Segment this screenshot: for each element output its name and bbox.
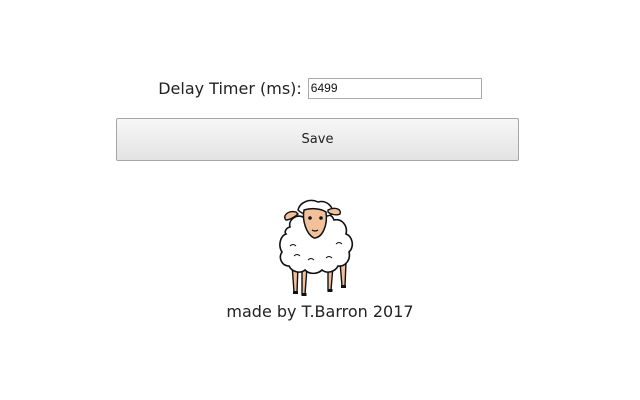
credit-text: made by T.Barron 2017 bbox=[226, 302, 414, 321]
delay-timer-row: Delay Timer (ms): bbox=[0, 76, 640, 100]
sheep-icon bbox=[272, 194, 364, 302]
options-page: Delay Timer (ms): Save bbox=[0, 0, 640, 400]
save-button[interactable]: Save bbox=[116, 118, 519, 161]
delay-timer-input[interactable] bbox=[307, 77, 482, 99]
delay-timer-label: Delay Timer (ms): bbox=[158, 78, 302, 98]
